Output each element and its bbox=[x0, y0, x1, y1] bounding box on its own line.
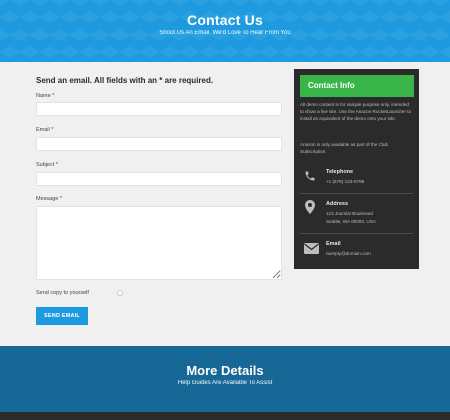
name-input[interactable] bbox=[36, 102, 282, 116]
more-details-section: More Details Help Guides Are Available T… bbox=[0, 346, 450, 412]
contact-main: Send an email. All fields with an * are … bbox=[0, 62, 450, 346]
name-label: Name * bbox=[36, 93, 55, 99]
contact-hero: Contact Us Shoot Us An Email. We'd Love … bbox=[0, 0, 450, 62]
send-email-button[interactable]: SEND EMAIL bbox=[36, 307, 88, 325]
footer-bar bbox=[0, 412, 450, 420]
address-line-1: 123 Joomla! Boulevard bbox=[326, 211, 373, 216]
address-line-2: Seattle, WA 00000, USA bbox=[326, 219, 376, 224]
details-title: More Details bbox=[186, 363, 264, 378]
telephone-title: Telephone bbox=[326, 169, 354, 175]
details-subtitle: Help Guides Are Available To Assist bbox=[177, 380, 273, 386]
map-pin-icon bbox=[304, 200, 316, 219]
email-label: Email * bbox=[36, 127, 54, 133]
message-label: Message * bbox=[36, 196, 62, 202]
contact-info-panel: Contact Info All demo content is for sam… bbox=[294, 69, 419, 269]
address-title: Address bbox=[326, 201, 349, 207]
envelope-icon bbox=[304, 241, 319, 259]
panel-paragraph-2: Anazon is only available as part of the … bbox=[300, 142, 389, 154]
panel-paragraph-1: All demo content is for sample purpose o… bbox=[300, 102, 412, 121]
email-value[interactable]: noreply@domain.com bbox=[326, 251, 371, 256]
subject-input[interactable] bbox=[36, 172, 282, 186]
contact-info-title: Contact Info bbox=[300, 75, 414, 97]
form-heading: Send an email. All fields with an * are … bbox=[36, 76, 214, 85]
page-subtitle: Shoot Us An Email. We'd Love To Hear Fro… bbox=[159, 30, 291, 36]
subject-label: Subject * bbox=[36, 162, 59, 168]
copy-checkbox[interactable] bbox=[117, 290, 123, 296]
phone-icon bbox=[304, 169, 316, 187]
divider bbox=[300, 193, 413, 194]
copy-label: Send copy to yourself bbox=[36, 290, 89, 296]
telephone-value: +1 (678)-123-6789 bbox=[326, 179, 365, 184]
email-title: Email bbox=[326, 241, 341, 247]
email-input[interactable] bbox=[36, 137, 282, 151]
divider bbox=[300, 233, 413, 234]
page-title: Contact Us bbox=[187, 12, 263, 28]
message-textarea[interactable] bbox=[36, 206, 282, 280]
